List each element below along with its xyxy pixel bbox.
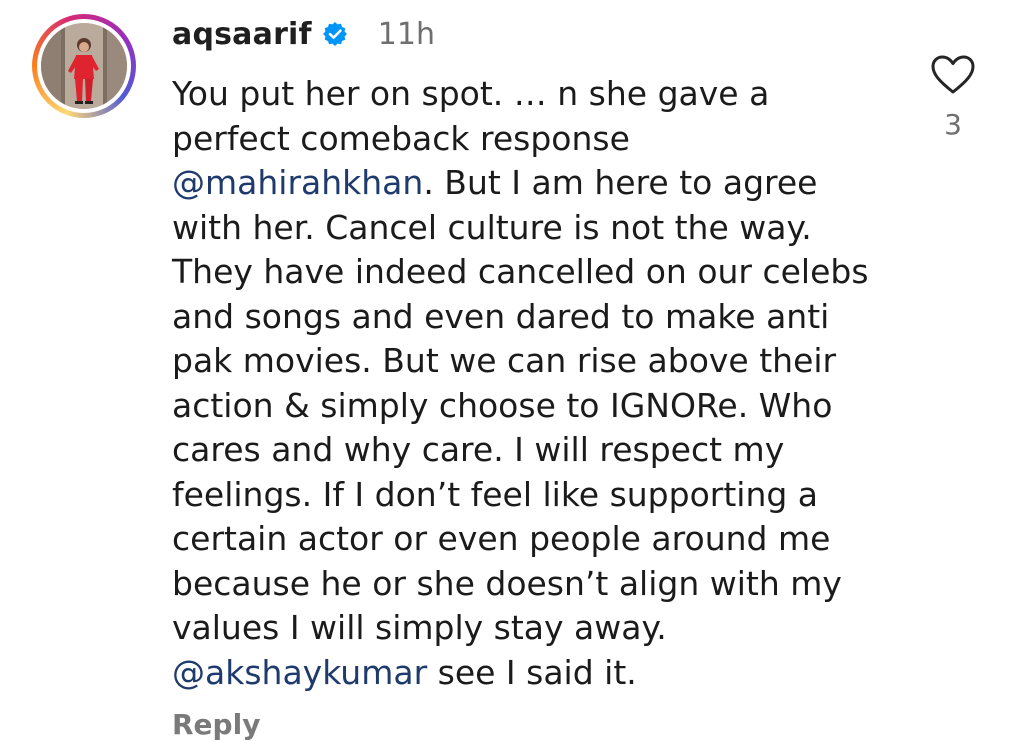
comment-line-text: values I will simply stay away.	[172, 608, 667, 647]
comment-line-text: cares and why care. I will respect my	[172, 430, 785, 469]
comment-line: cares and why care. I will respect my	[172, 428, 892, 473]
comment-line-text: perfect comeback response	[172, 118, 630, 158]
like-count[interactable]: 3	[930, 108, 976, 141]
comment-line-text: They have indeed cancelled on our celebs	[172, 252, 869, 291]
comment-line-text: because he or she doesn’t align with my	[172, 563, 842, 603]
comment-line: and songs and even dared to make anti	[172, 295, 892, 340]
heart-outline-icon[interactable]	[930, 54, 976, 96]
comment-line-text: certain actor or even people around me	[172, 519, 831, 558]
comment-line-text: see I said it.	[427, 652, 637, 692]
comment-line: values I will simply stay away.	[172, 606, 892, 651]
comment-line: feelings. If I don’t feel like supportin…	[172, 473, 892, 518]
comment-line-text: pak movies. But we can rise above their	[172, 341, 837, 380]
comment-line: @mahirahkhan. But I am here to agree	[172, 161, 892, 206]
comment-line-text: feelings. If I don’t feel like supportin…	[172, 474, 819, 514]
avatar-photo	[41, 23, 127, 109]
comment-line: certain actor or even people around me	[172, 517, 892, 562]
avatar[interactable]	[41, 23, 127, 109]
comment-text: You put her on spot. … n she gave a perf…	[172, 72, 892, 695]
comment-line-text: You put her on spot. … n she gave a	[172, 74, 770, 113]
mention-link[interactable]: @akshaykumar	[172, 653, 427, 692]
comment-line: because he or she doesn’t align with my	[172, 562, 892, 607]
comment-line: You put her on spot. … n she gave a	[172, 72, 892, 117]
comment-line-text: action & simply choose to IGNORe. Who	[172, 385, 833, 425]
comment-header: aqsaarif 11h	[172, 12, 435, 56]
comment-line: action & simply choose to IGNORe. Who	[172, 384, 892, 429]
comment-line: They have indeed cancelled on our celebs	[172, 250, 892, 295]
avatar-frame	[37, 19, 131, 113]
avatar-story-ring[interactable]	[32, 14, 136, 118]
timestamp: 11h	[377, 16, 435, 52]
comment-line: @akshaykumar see I said it.	[172, 651, 892, 696]
comment-line: perfect comeback response	[172, 117, 892, 162]
comment-line-text: with her. Cancel culture is not the way.	[172, 207, 812, 247]
verified-badge-icon	[322, 22, 347, 46]
comment-line: pak movies. But we can rise above their	[172, 339, 892, 384]
comment-line: with her. Cancel culture is not the way.	[172, 206, 892, 251]
comment-line-text: . But I am here to agree	[423, 163, 818, 202]
username[interactable]: aqsaarif	[172, 17, 312, 52]
mention-link[interactable]: @mahirahkhan	[172, 163, 423, 202]
comment-line-text: and songs and even dared to make anti	[172, 296, 830, 336]
comment: aqsaarif 11h You put her on spot. … n sh…	[0, 0, 1024, 741]
